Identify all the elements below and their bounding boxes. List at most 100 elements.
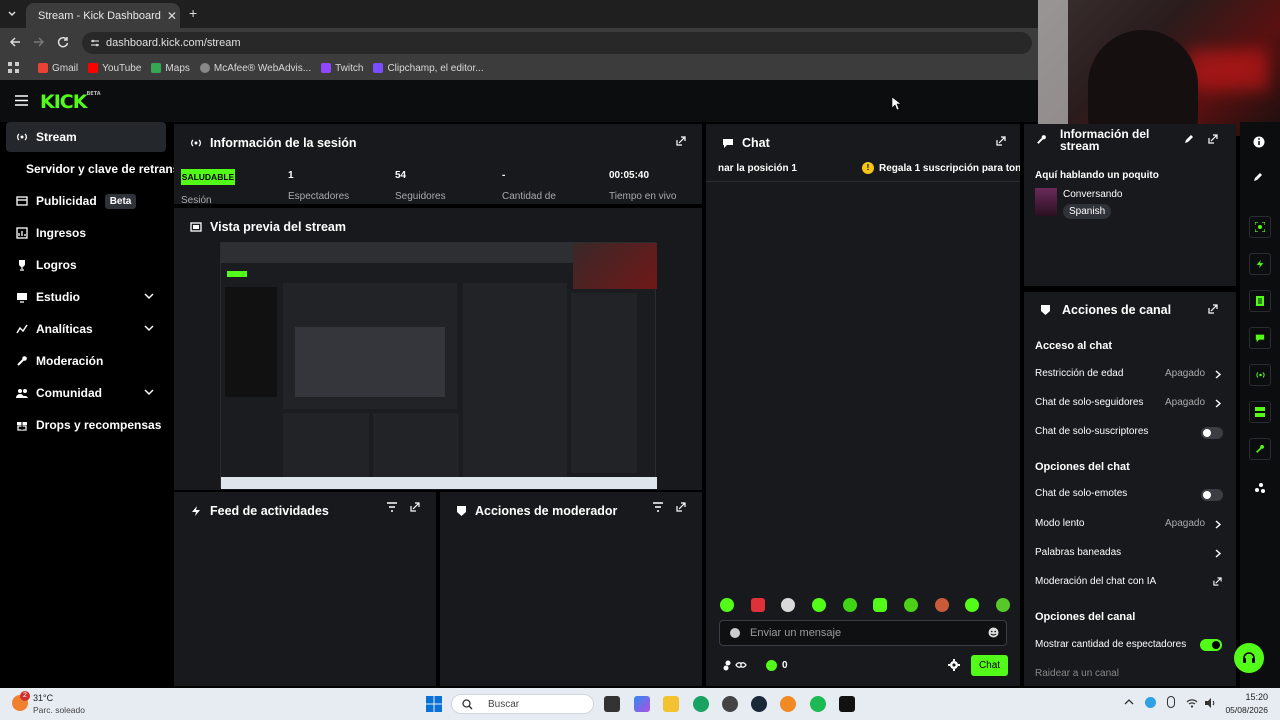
rail-broadcast-button[interactable]	[1249, 364, 1271, 386]
chevron-right-icon[interactable]	[1214, 370, 1222, 379]
chevron-down-icon[interactable]	[144, 291, 154, 301]
category-name[interactable]: Conversando	[1063, 189, 1122, 200]
rail-bolt-button[interactable]	[1249, 253, 1271, 275]
site-info-icon[interactable]	[90, 38, 100, 48]
followers-only-label[interactable]: Chat de solo-seguidores	[1035, 397, 1143, 408]
emote-icon[interactable]	[873, 598, 888, 612]
rail-tools-button[interactable]	[1249, 438, 1271, 460]
users-icon[interactable]	[1254, 482, 1266, 494]
raid-channel-label[interactable]: Raidear a un canal	[1035, 668, 1119, 679]
sidebar-item-server-key[interactable]: Servidor y clave de retransm	[6, 154, 190, 184]
microphone-icon[interactable]	[1167, 696, 1175, 708]
age-restriction-label[interactable]: Restricción de edad	[1035, 368, 1123, 379]
edit-pencil-icon[interactable]	[1184, 134, 1194, 144]
sidebar-item-estudio[interactable]: Estudio	[6, 282, 166, 312]
file-explorer-icon[interactable]	[663, 696, 679, 712]
chevron-right-icon[interactable]	[1214, 549, 1222, 558]
info-icon[interactable]	[1253, 136, 1265, 148]
sidebar-item-comunidad[interactable]: Comunidad	[6, 378, 166, 408]
bookmark-mcafee[interactable]: McAfee® WebAdvis...	[199, 63, 311, 74]
chevron-right-icon[interactable]	[1214, 520, 1222, 529]
close-tab-icon[interactable]: ✕	[167, 9, 177, 23]
popout-icon[interactable]	[410, 502, 420, 512]
app-icon[interactable]	[780, 696, 796, 712]
emote-icon[interactable]	[842, 598, 857, 612]
sidebar-item-drops[interactable]: Drops y recompensas	[6, 410, 166, 440]
reload-icon[interactable]	[56, 35, 70, 49]
bookmark-twitch[interactable]: Twitch	[321, 63, 363, 74]
emotes-only-toggle[interactable]	[1201, 489, 1223, 501]
popout-icon[interactable]	[1208, 304, 1218, 314]
popout-icon[interactable]	[676, 502, 686, 512]
rail-focus-button[interactable]	[1249, 216, 1271, 238]
weather-temp[interactable]: 31°C	[33, 693, 53, 703]
subs-only-toggle[interactable]	[1201, 427, 1223, 439]
tab-list-icon[interactable]	[6, 8, 18, 20]
external-link-icon[interactable]	[1213, 577, 1222, 586]
address-bar[interactable]: dashboard.kick.com/stream	[82, 32, 1032, 54]
emote-icon[interactable]	[934, 598, 949, 612]
filter-icon[interactable]	[386, 502, 398, 512]
copilot-icon[interactable]	[634, 696, 650, 712]
bookmark-gmail[interactable]: Gmail	[38, 63, 78, 74]
tray-chevron-up-icon[interactable]	[1124, 698, 1134, 706]
windows-start-icon[interactable]	[426, 696, 442, 712]
taskbar-search-box[interactable]: Buscar	[451, 694, 594, 714]
task-view-icon[interactable]	[604, 696, 620, 712]
steam-icon[interactable]	[751, 696, 767, 712]
chevron-down-icon[interactable]	[144, 323, 154, 333]
emote-icon[interactable]	[750, 598, 765, 612]
chat-settings-gear-icon[interactable]	[948, 659, 960, 671]
emoji-icon[interactable]	[988, 627, 999, 638]
emote-icon[interactable]	[965, 598, 980, 612]
sidebar-item-analiticas[interactable]: Analíticas	[6, 314, 166, 344]
rail-layout-button[interactable]	[1249, 401, 1271, 423]
popout-icon[interactable]	[996, 136, 1006, 146]
bookmark-youtube[interactable]: YouTube	[88, 63, 141, 74]
emote-icon[interactable]	[811, 598, 826, 612]
chevron-right-icon[interactable]	[1214, 399, 1222, 408]
slow-mode-label[interactable]: Modo lento	[1035, 518, 1084, 529]
support-headset-button[interactable]	[1234, 643, 1264, 673]
sidebar-item-ingresos[interactable]: Ingresos	[6, 218, 166, 248]
chrome-icon[interactable]	[693, 696, 709, 712]
sidebar-item-publicidad[interactable]: Publicidad Beta	[6, 186, 166, 216]
stream-preview-video[interactable]	[220, 242, 657, 489]
emote-icon[interactable]	[903, 598, 918, 612]
obs-icon[interactable]	[722, 696, 738, 712]
menu-icon[interactable]	[15, 95, 28, 106]
chevron-down-icon[interactable]	[144, 387, 154, 397]
chat-message-input[interactable]: Enviar un mensaje	[719, 620, 1007, 646]
sidebar-item-moderacion[interactable]: Moderación	[6, 346, 166, 376]
filter-icon[interactable]	[652, 502, 664, 512]
epic-games-icon[interactable]	[839, 696, 855, 712]
kick-logo[interactable]: KICKBETA	[40, 91, 101, 113]
popout-icon[interactable]	[1208, 134, 1218, 144]
viewer-count-toggle[interactable]	[1200, 639, 1222, 651]
chat-users-icon[interactable]	[723, 659, 747, 671]
emote-icon[interactable]	[781, 598, 796, 612]
volume-icon[interactable]	[1204, 698, 1216, 708]
wifi-icon[interactable]	[1186, 698, 1198, 708]
emote-icon[interactable]	[720, 598, 734, 612]
ai-moderation-label[interactable]: Moderación del chat con IA	[1035, 576, 1156, 587]
new-tab-icon[interactable]: +	[189, 5, 197, 21]
banned-words-label[interactable]: Palabras baneadas	[1035, 547, 1121, 558]
spotify-icon[interactable]	[810, 696, 826, 712]
apps-grid-icon[interactable]	[8, 62, 19, 73]
sidebar-item-stream[interactable]: Stream	[6, 122, 166, 152]
bookmark-maps[interactable]: Maps	[151, 63, 190, 74]
tray-cloud-icon[interactable]	[1145, 697, 1156, 708]
bookmark-clipchamp[interactable]: Clipchamp, el editor...	[373, 63, 484, 74]
rail-document-button[interactable]	[1249, 290, 1271, 312]
edit-pencil-icon[interactable]	[1253, 172, 1263, 182]
ticker-right-text[interactable]: Regala 1 suscripción para ton	[879, 163, 1020, 174]
emote-icon[interactable]	[995, 598, 1010, 612]
back-icon[interactable]	[8, 35, 22, 49]
forward-icon[interactable]	[32, 35, 46, 49]
clock-time[interactable]: 15:20	[1228, 692, 1268, 702]
send-chat-button[interactable]: Chat	[971, 655, 1008, 676]
sidebar-item-logros[interactable]: Logros	[6, 250, 166, 280]
browser-tab[interactable]: Stream - Kick Dashboard ✕	[26, 3, 180, 28]
popout-icon[interactable]	[676, 136, 686, 146]
